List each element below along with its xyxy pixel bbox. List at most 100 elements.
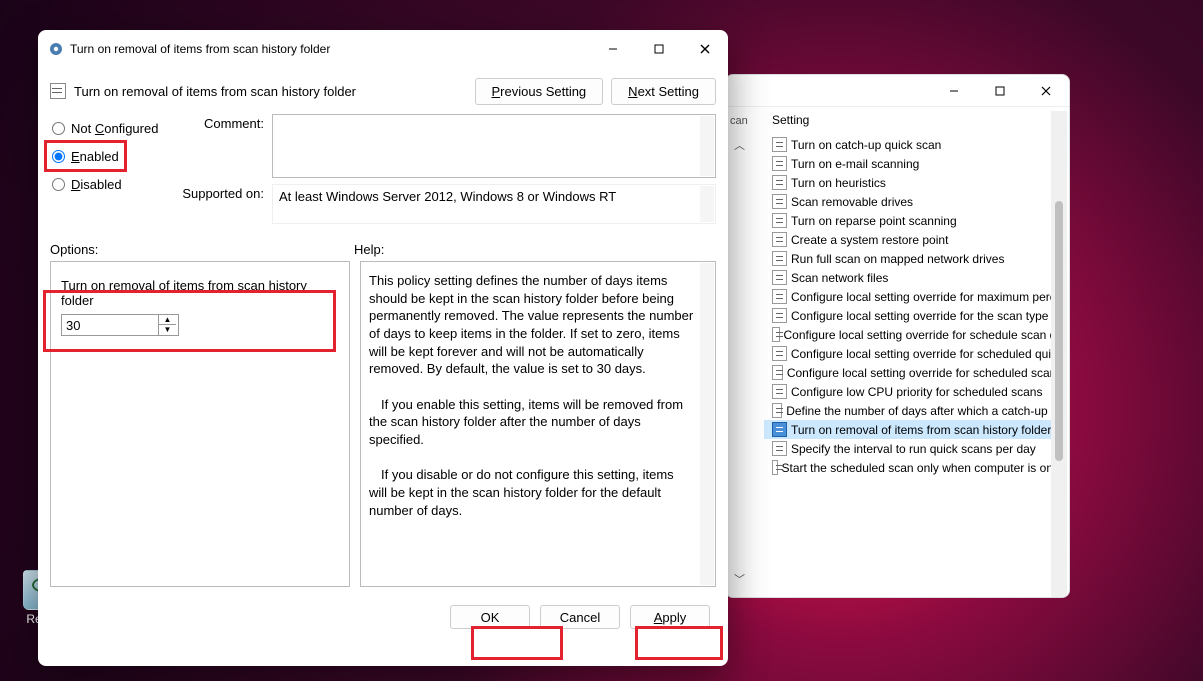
radio-not-configured[interactable]: Not Configured [50, 114, 170, 142]
dialog-subtitle: Turn on removal of items from scan histo… [74, 84, 356, 99]
list-item[interactable]: Define the number of days after which a … [764, 401, 1063, 420]
radio-enabled[interactable]: Enabled [50, 142, 170, 170]
supported-on-text: At least Windows Server 2012, Windows 8 … [272, 184, 716, 224]
minimize-button[interactable] [931, 75, 977, 107]
list-item-label: Configure local setting override for max… [791, 290, 1062, 304]
policy-icon [772, 422, 787, 437]
list-item-label: Configure local setting override for sch… [787, 366, 1063, 380]
minimize-button[interactable] [590, 33, 636, 65]
bg-titlebar[interactable] [726, 75, 1069, 107]
spinner-up-icon[interactable]: ▲ [159, 315, 176, 325]
policy-icon [772, 346, 787, 361]
close-button[interactable] [682, 33, 728, 65]
state-radio-group: Not Configured Enabled Disabled [50, 114, 170, 238]
radio-disabled-input[interactable] [52, 178, 65, 191]
help-paragraph: If you enable this setting, items will b… [369, 396, 695, 449]
policy-dialog: Turn on removal of items from scan histo… [38, 30, 728, 666]
list-item[interactable]: Turn on removal of items from scan histo… [764, 420, 1063, 439]
spinner-down-icon[interactable]: ▼ [159, 325, 176, 335]
policy-icon [772, 175, 787, 190]
policy-icon [772, 327, 780, 342]
next-setting-button[interactable]: Next Setting [611, 78, 716, 105]
vertical-scrollbar[interactable] [700, 186, 714, 222]
bg-left-column: can ︿ ﹀ [726, 111, 764, 597]
chevron-up-icon[interactable]: ︿ [726, 137, 764, 153]
cancel-button[interactable]: Cancel [540, 605, 620, 629]
list-item-label: Configure local setting override for sch… [784, 328, 1064, 342]
maximize-button[interactable] [977, 75, 1023, 107]
list-item[interactable]: Turn on heuristics [764, 173, 1063, 192]
list-item[interactable]: Create a system restore point [764, 230, 1063, 249]
list-item[interactable]: Configure low CPU priority for scheduled… [764, 382, 1063, 401]
comment-textarea[interactable] [272, 114, 716, 178]
dialog-title: Turn on removal of items from scan histo… [70, 42, 330, 56]
gear-icon [48, 41, 64, 57]
list-item-label: Turn on heuristics [791, 176, 886, 190]
days-input[interactable] [62, 315, 158, 335]
policy-icon [772, 251, 787, 266]
radio-not-configured-input[interactable] [52, 122, 65, 135]
list-item[interactable]: Specify the interval to run quick scans … [764, 439, 1063, 458]
policy-icon [772, 232, 787, 247]
policy-icon [772, 365, 783, 380]
options-pane: Turn on removal of items from scan histo… [50, 261, 350, 587]
list-item-label: Create a system restore point [791, 233, 948, 247]
vertical-scrollbar[interactable] [700, 116, 714, 176]
list-item[interactable]: Configure local setting override for the… [764, 306, 1063, 325]
settings-column-header: Setting [764, 111, 1063, 135]
list-item-label: Turn on removal of items from scan histo… [791, 423, 1051, 437]
option-caption: Turn on removal of items from scan histo… [61, 278, 339, 308]
days-spinner[interactable]: ▲ ▼ [61, 314, 179, 336]
list-item[interactable]: Turn on catch-up quick scan [764, 135, 1063, 154]
settings-list[interactable]: Setting Turn on catch-up quick scan Turn … [764, 111, 1069, 597]
policy-icon [772, 460, 778, 475]
settings-list-window: can ︿ ﹀ Setting Turn on catch-up quick s… [725, 74, 1070, 598]
options-heading: Options: [50, 242, 354, 257]
list-item[interactable]: Turn on e-mail scanning [764, 154, 1063, 173]
list-item[interactable]: Run full scan on mapped network drives [764, 249, 1063, 268]
list-item[interactable]: Configure local setting override for sch… [764, 363, 1063, 382]
maximize-button[interactable] [636, 33, 682, 65]
dialog-titlebar[interactable]: Turn on removal of items from scan histo… [38, 30, 728, 68]
list-item-label: Turn on e-mail scanning [791, 157, 919, 171]
policy-icon [772, 156, 787, 171]
list-item[interactable]: Configure local setting override for max… [764, 287, 1063, 306]
close-button[interactable] [1023, 75, 1069, 107]
apply-button[interactable]: Apply [630, 605, 710, 629]
previous-setting-button[interactable]: Previous Setting [475, 78, 604, 105]
scroll-thumb[interactable] [1055, 201, 1063, 461]
radio-disabled[interactable]: Disabled [50, 170, 170, 198]
radio-enabled-input[interactable] [52, 150, 65, 163]
list-item[interactable]: Scan network files [764, 268, 1063, 287]
help-heading: Help: [354, 242, 384, 257]
supported-on-label: Supported on: [178, 184, 264, 224]
list-item[interactable]: Configure local setting override for sch… [764, 344, 1063, 363]
policy-icon [772, 384, 787, 399]
list-item-label: Define the number of days after which a … [786, 404, 1063, 418]
help-paragraph: If you disable or do not configure this … [369, 466, 695, 519]
list-item-label: Run full scan on mapped network drives [791, 252, 1004, 266]
list-item-label: Scan network files [791, 271, 888, 285]
vertical-scrollbar[interactable] [1051, 111, 1067, 597]
policy-icon [772, 441, 787, 456]
comment-label: Comment: [178, 114, 264, 178]
policy-icon [772, 270, 787, 285]
list-item-label: Configure local setting override for sch… [791, 347, 1063, 361]
list-item[interactable]: Turn on reparse point scanning [764, 211, 1063, 230]
list-item[interactable]: Start the scheduled scan only when compu… [764, 458, 1063, 477]
list-item[interactable]: Configure local setting override for sch… [764, 325, 1063, 344]
list-item-label: Configure local setting override for the… [791, 309, 1062, 323]
ok-button[interactable]: OK [450, 605, 530, 629]
policy-icon [772, 137, 787, 152]
policy-icon [50, 83, 66, 99]
chevron-down-icon[interactable]: ﹀ [726, 571, 745, 587]
policy-icon [772, 308, 787, 323]
list-item-label: Turn on reparse point scanning [791, 214, 957, 228]
policy-icon [772, 213, 787, 228]
list-item[interactable]: Scan removable drives [764, 192, 1063, 211]
policy-icon [772, 194, 787, 209]
help-pane: This policy setting defines the number o… [360, 261, 716, 587]
list-item-label: Turn on catch-up quick scan [791, 138, 941, 152]
vertical-scrollbar[interactable] [700, 263, 714, 585]
list-item-label: Scan removable drives [791, 195, 913, 209]
